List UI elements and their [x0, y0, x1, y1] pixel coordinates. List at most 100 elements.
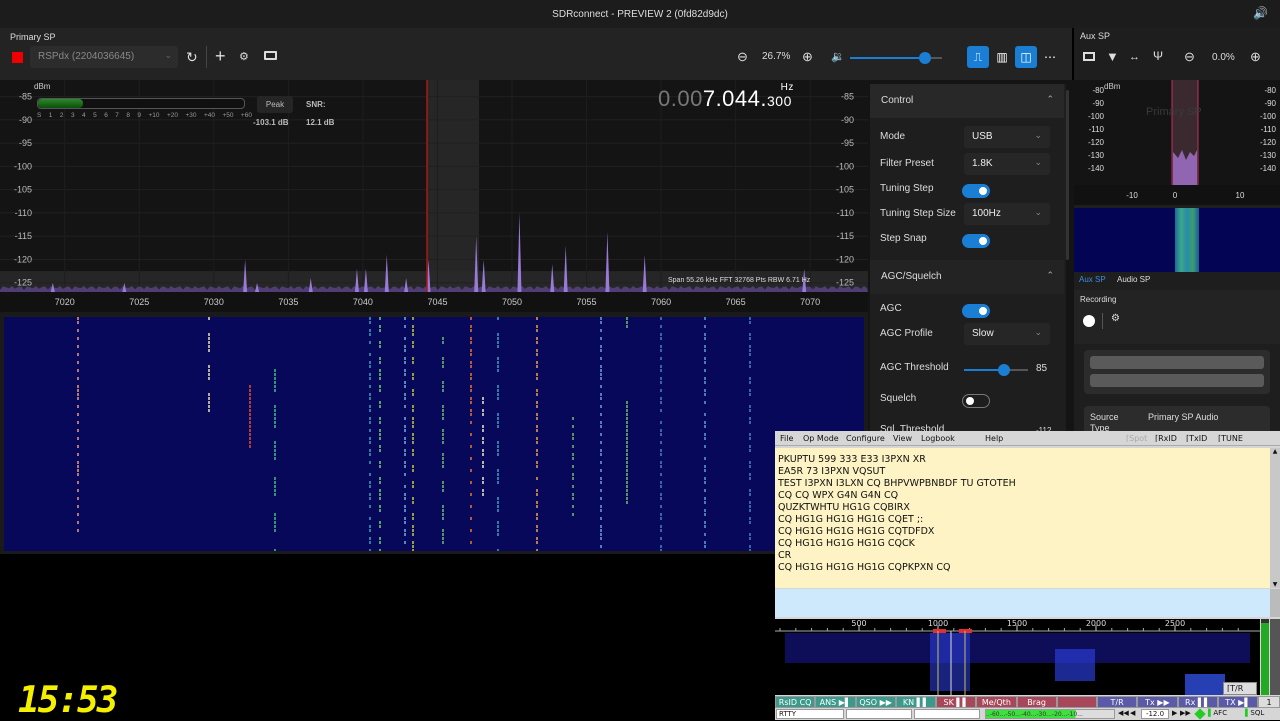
tr-checkbox[interactable]: ⌈T/R — [1223, 682, 1257, 695]
macro-button[interactable]: Me/Qth — [976, 696, 1017, 708]
macro-page-button[interactable]: 1 — [1258, 696, 1280, 708]
waterfall-trace — [404, 485, 406, 488]
add-icon[interactable]: + — [215, 47, 226, 65]
waterfall-trace — [470, 325, 472, 328]
tuning-step-toggle[interactable] — [962, 184, 990, 198]
antenna-icon[interactable]: Ψ — [1153, 49, 1163, 63]
rx-text-area[interactable]: PKUPTU 599 333 E33 I3PXN XR EA5R 73 I3PXN… — [775, 448, 1270, 588]
scroll-down-icon[interactable]: ▼ — [1270, 581, 1280, 588]
menu-op-mode[interactable]: Op Mode — [803, 434, 839, 443]
primary-sp-label: Primary SP — [10, 32, 56, 42]
macro-button[interactable]: TX ▶▌ — [1217, 696, 1258, 708]
aux-spectrum[interactable]: -80 -80 -90 -90 -100 -100 -110 -110 -120 -120 -130… — [1074, 80, 1280, 205]
agc-profile-select[interactable]: Slow ⌄ — [964, 323, 1050, 345]
waterfall-trace — [572, 505, 574, 508]
toggle-knob — [979, 307, 987, 315]
aux-watermark: Primary SP — [1146, 106, 1202, 118]
waterfall-trace — [379, 389, 381, 392]
speaker-icon[interactable]: 🔊 — [1253, 6, 1268, 20]
afc-toggle[interactable]: ▌AFC — [1208, 709, 1227, 717]
prev-fast-icon[interactable]: ◀◀ — [1118, 709, 1129, 717]
control-header[interactable]: Control ⌃ — [870, 84, 1064, 118]
macro-button[interactable]: QSO ▶▶ — [855, 696, 896, 708]
waterfall-display[interactable] — [4, 317, 864, 551]
volume-slider[interactable] — [850, 52, 942, 64]
record-button[interactable] — [1083, 315, 1095, 327]
zoom-out-icon[interactable]: ⊖ — [737, 50, 748, 64]
waterfall-trace — [660, 397, 662, 400]
step-snap-toggle[interactable] — [962, 234, 990, 248]
tune-checkbox[interactable]: ⌈TUNE — [1218, 434, 1243, 443]
sql-toggle[interactable]: ▌SQL — [1245, 709, 1264, 717]
waterfall-trace — [208, 409, 210, 412]
macro-button[interactable]: SK ▌▌ — [936, 696, 977, 708]
spectrum-display[interactable]: -85 -90 -95 -100 -105 -110 -115 -120 -125 -85 -90 -… — [0, 80, 868, 312]
spot-checkbox[interactable]: ⌈Spot — [1126, 434, 1147, 443]
macro-button[interactable]: Tx ▶▶ — [1137, 696, 1178, 708]
agc-header[interactable]: AGC/Squelch ⌃ — [870, 260, 1064, 294]
filter-preset-select[interactable]: 1.8K ⌄ — [964, 153, 1050, 175]
meter-scale-tick: +50 — [222, 112, 234, 119]
prev-icon[interactable]: ◀ — [1130, 709, 1135, 717]
rxid-checkbox[interactable]: ⌈RxID — [1155, 434, 1177, 443]
control-scrollbar[interactable] — [1066, 90, 1069, 260]
macro-button[interactable]: ANS ▶▌ — [815, 696, 856, 708]
more-menu-icon[interactable]: ⋯ — [1039, 46, 1061, 68]
split-layout-button[interactable]: ◫ — [1015, 46, 1037, 68]
waterfall-trace — [208, 369, 210, 372]
next-fast-icon[interactable]: ▶▶ — [1180, 709, 1191, 717]
waterfall-scrollbar[interactable] — [1270, 619, 1280, 695]
rx-scrollbar[interactable]: ▲ ▼ — [1270, 448, 1280, 588]
zoom-in-icon[interactable]: ⊕ — [1250, 50, 1261, 64]
macro-button[interactable]: KN ▌▌ — [895, 696, 936, 708]
step-size-select[interactable]: 100Hz ⌄ — [964, 203, 1050, 225]
agc-toggle[interactable] — [962, 304, 990, 318]
menu-configure[interactable]: Configure — [846, 434, 885, 443]
y-tick-right: -105 — [836, 185, 854, 195]
waterfall-trace — [482, 409, 484, 412]
waterfall-trace — [497, 413, 499, 416]
macro-button[interactable]: Rx ▌▌ — [1177, 696, 1218, 708]
device-select-value: RSPdx (2204036645) — [38, 51, 135, 62]
zoom-in-icon[interactable]: ⊕ — [802, 50, 813, 64]
volume-icon[interactable]: 🔉 — [831, 50, 845, 63]
fldigi-waterfall[interactable]: 500 1000 1500 2000 2500 — [775, 619, 1260, 695]
filter-icon[interactable]: ▼ — [1106, 50, 1119, 64]
device-select[interactable]: RSPdx (2204036645) ⌄ — [30, 46, 178, 68]
squelch-toggle[interactable] — [962, 394, 990, 408]
waterfall-trace — [249, 441, 251, 444]
mode-field[interactable]: RTTY — [776, 709, 844, 719]
frequency-display[interactable]: 0.007.044.300 Hz — [658, 82, 793, 112]
tab-audio-sp[interactable]: Audio SP — [1117, 275, 1150, 284]
display-icon[interactable] — [264, 51, 277, 60]
spectrum-view-button[interactable]: ⎍ — [967, 46, 989, 68]
scroll-up-icon[interactable]: ▲ — [1270, 448, 1280, 455]
tx-scrollbar[interactable] — [1270, 589, 1280, 617]
menu-view[interactable]: View — [893, 434, 912, 443]
mode-select[interactable]: USB ⌄ — [964, 126, 1050, 148]
macro-button[interactable] — [1056, 696, 1097, 708]
next-icon[interactable]: ▶ — [1172, 709, 1177, 717]
settings-gears-icon[interactable]: ⚙ — [1111, 313, 1120, 324]
display-icon[interactable] — [1083, 52, 1095, 61]
refresh-icon[interactable]: ↻ — [186, 50, 198, 64]
agc-threshold-knob[interactable] — [998, 364, 1010, 376]
bar-chart-icon[interactable]: ▥ — [991, 46, 1013, 68]
agc-threshold-slider[interactable] — [964, 364, 1028, 376]
menu-file[interactable]: File — [780, 434, 793, 443]
tab-aux-sp[interactable]: Aux SP — [1079, 275, 1106, 284]
macro-button[interactable]: T/R — [1097, 696, 1138, 708]
tx-text-area[interactable] — [775, 589, 1270, 617]
fit-width-icon[interactable]: ↔ — [1129, 50, 1140, 64]
peak-button[interactable]: Peak — [257, 96, 293, 113]
menu-logbook[interactable]: Logbook — [921, 434, 955, 443]
settings-gears-icon[interactable]: ⚙ — [239, 50, 249, 64]
stop-button[interactable] — [12, 52, 23, 63]
squelch-level-field[interactable]: -12.0 — [1141, 709, 1169, 719]
aux-waterfall[interactable] — [1074, 208, 1280, 272]
zoom-out-icon[interactable]: ⊖ — [1184, 50, 1195, 64]
macro-button[interactable]: Brag — [1016, 696, 1057, 708]
txid-checkbox[interactable]: ⌈TxID — [1186, 434, 1207, 443]
macro-button[interactable]: RsID CQ — [775, 696, 816, 708]
menu-help[interactable]: Help — [985, 434, 1003, 443]
